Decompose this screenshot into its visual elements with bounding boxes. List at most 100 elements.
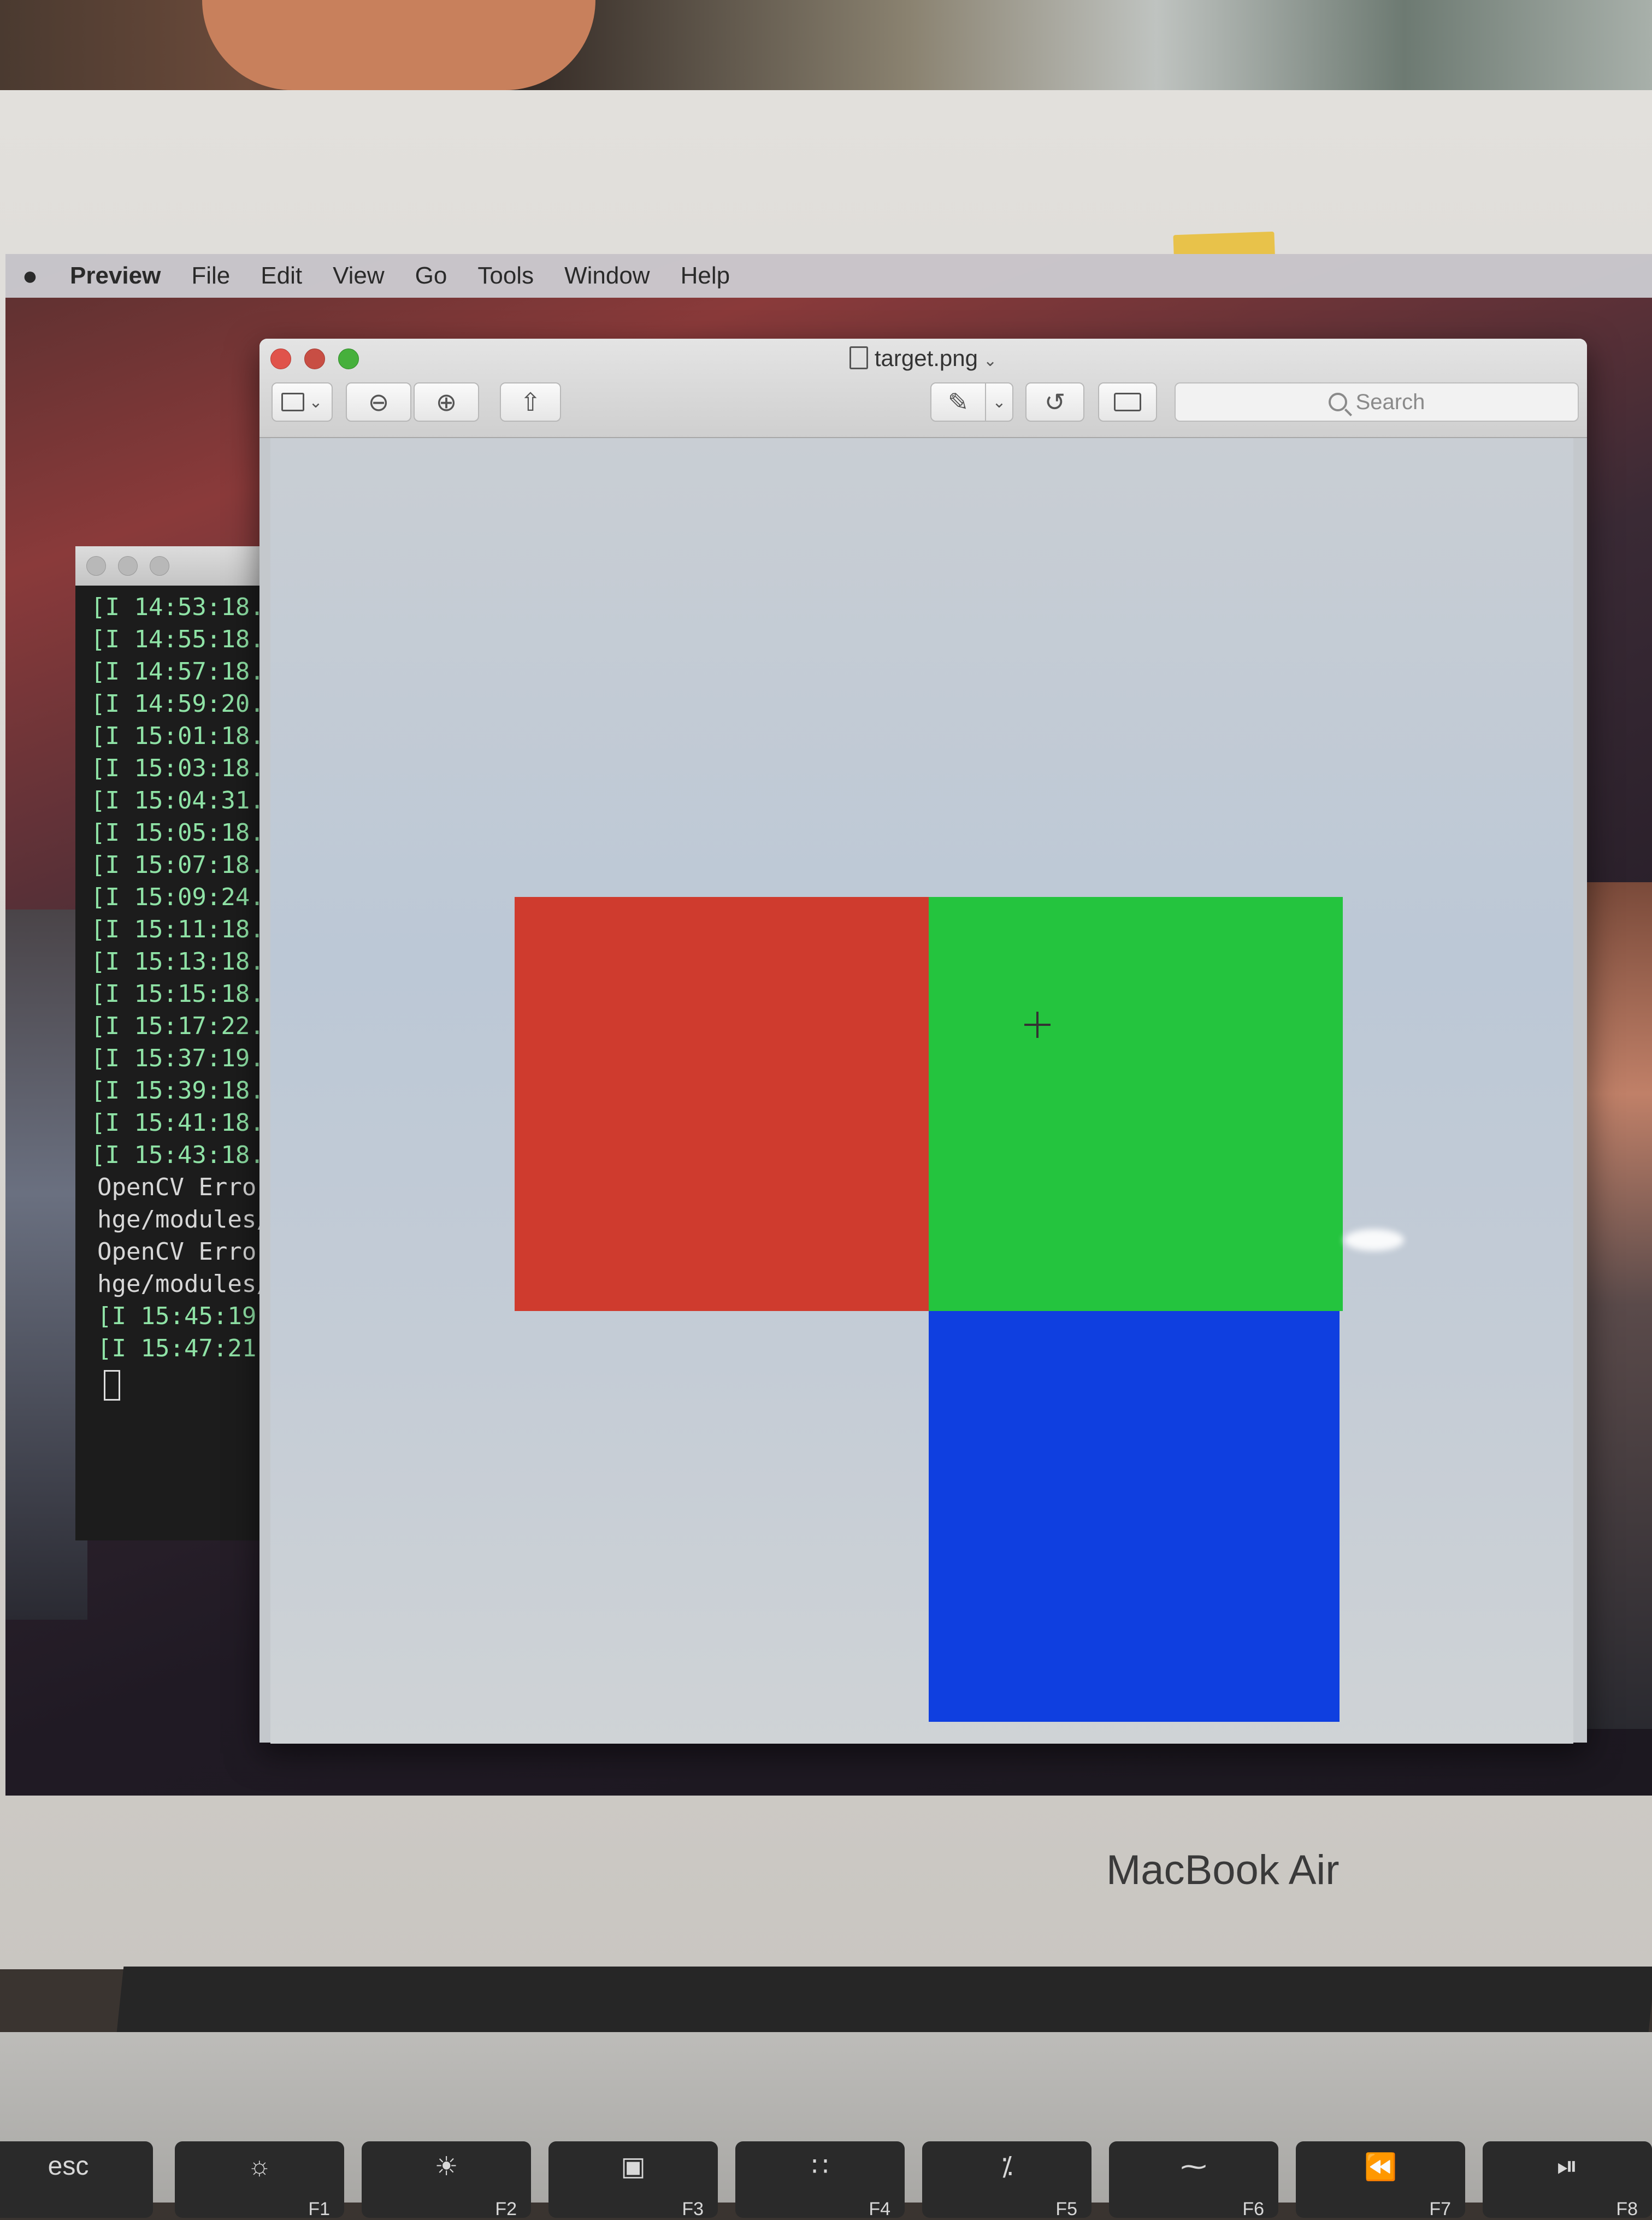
terminal-line: [I 15:07:18.6 — [91, 851, 279, 879]
menu-tools[interactable]: Tools — [462, 262, 549, 290]
photo-background — [0, 0, 1652, 93]
chevron-down-icon: ⌄ — [309, 393, 323, 411]
terminal-line: [I 15:13:18.6 — [91, 948, 279, 976]
markup-menu-button[interactable]: ⌄ — [985, 382, 1013, 422]
laptop-brand-label: MacBook Air — [1106, 1847, 1340, 1893]
terminal-error-line: OpenCV Error: — [97, 1238, 283, 1266]
menu-help[interactable]: Help — [665, 262, 746, 290]
terminal-line: [I 14:59:20.3 — [91, 690, 279, 718]
keyboard-light-down-icon: ⁒ — [1001, 2152, 1013, 2181]
key-f1-label: F1 — [308, 2199, 330, 2219]
terminal-cursor — [104, 1370, 120, 1401]
chevron-down-icon: ⌄ — [992, 393, 1006, 411]
terminal-line: [I 15:43:18.7 — [91, 1141, 279, 1169]
zoom-in-button[interactable]: ⊕ — [414, 382, 479, 422]
image-red-quadrant — [515, 897, 929, 1311]
launchpad-icon: ∷ — [811, 2152, 829, 2181]
share-icon: ⇧ — [520, 388, 541, 416]
screen-glare — [1344, 1229, 1404, 1251]
menu-bar: ● Preview File Edit View Go Tools Window… — [5, 254, 1652, 298]
play-pause-icon: ⏯ — [1556, 2152, 1578, 2181]
key-f5[interactable]: ⁒ F5 — [922, 2141, 1092, 2219]
terminal-line: [I 15:03:18.6 — [91, 754, 279, 782]
terminal-error-line: OpenCV Error: — [97, 1173, 283, 1201]
terminal-line: [I 15:01:18.6 — [91, 722, 279, 750]
window-title[interactable]: target.png ⌄ — [259, 345, 1587, 371]
terminal-line: [I 15:37:19.9 — [91, 1044, 279, 1072]
search-icon — [1328, 393, 1347, 411]
markup-button[interactable]: ✎ — [930, 382, 986, 422]
menu-file[interactable]: File — [176, 262, 245, 290]
zoom-out-button[interactable]: ⊖ — [346, 382, 411, 422]
key-esc-label: esc — [48, 2152, 89, 2181]
terminal-titlebar[interactable] — [75, 546, 283, 586]
menu-app-preview[interactable]: Preview — [55, 262, 176, 290]
terminal-zoom-button[interactable] — [150, 556, 169, 576]
apple-menu-icon[interactable]: ● — [5, 261, 55, 291]
key-f7[interactable]: ⏪ F7 — [1296, 2141, 1465, 2219]
sidebar-toggle-button[interactable]: ⌄ — [272, 382, 333, 422]
terminal-line: [I 15:17:22.3 — [91, 1012, 279, 1040]
terminal-line: [I 15:39:18.7 — [91, 1077, 279, 1105]
terminal-output: [I 14:53:18.6 [I 14:55:18.6 [I 14:57:18.… — [75, 586, 283, 1403]
image-blue-quadrant — [929, 1311, 1340, 1722]
key-f6-label: F6 — [1242, 2199, 1264, 2219]
key-f5-label: F5 — [1055, 2199, 1077, 2219]
terminal-line: [I 15:11:18.6 — [91, 916, 279, 943]
menu-window[interactable]: Window — [549, 262, 665, 290]
sidebar-icon — [281, 393, 305, 411]
key-f2-label: F2 — [495, 2199, 517, 2219]
terminal-line: [I 15:09:24.0 — [91, 883, 279, 911]
terminal-line: [I 15:45:19.3 — [97, 1302, 283, 1330]
terminal-close-button[interactable] — [86, 556, 106, 576]
terminal-error-line: hge/modules/i — [97, 1206, 283, 1233]
menu-view[interactable]: View — [317, 262, 400, 290]
preview-window[interactable]: target.png ⌄ ⌄ ⊖ ⊕ ⇧ ✎ ⌄ ↺ Search — [259, 339, 1587, 1744]
search-placeholder: Search — [1355, 389, 1425, 414]
zoom-in-icon: ⊕ — [435, 388, 457, 416]
document-icon — [849, 346, 868, 369]
terminal-line: [I 15:05:18.6 — [91, 819, 279, 847]
key-f1[interactable]: ☼ F1 — [175, 2141, 344, 2219]
rotate-button[interactable]: ↺ — [1025, 382, 1084, 422]
key-f4-label: F4 — [869, 2199, 890, 2219]
key-esc[interactable]: esc — [0, 2141, 153, 2218]
menu-edit[interactable]: Edit — [245, 262, 317, 290]
keyboard-light-up-icon: ⁓ — [1181, 2152, 1207, 2181]
key-f2[interactable]: ☀ F2 — [362, 2141, 531, 2219]
zoom-out-icon: ⊖ — [368, 388, 390, 416]
image-green-quadrant — [929, 897, 1343, 1311]
rotate-icon: ↺ — [1044, 388, 1066, 416]
terminal-line: [I 14:53:18.6 — [91, 593, 279, 621]
person-face — [202, 0, 595, 90]
menu-go[interactable]: Go — [400, 262, 463, 290]
brightness-up-icon: ☀ — [434, 2152, 458, 2181]
brightness-down-icon: ☼ — [247, 2152, 272, 2181]
terminal-error-line: hge/modules/i — [97, 1270, 283, 1298]
key-f4[interactable]: ∷ F4 — [735, 2141, 905, 2219]
toolbox-icon — [1114, 393, 1141, 411]
desktop-screen: ● Preview File Edit View Go Tools Window… — [5, 254, 1652, 1796]
key-f3-label: F3 — [682, 2199, 704, 2219]
image-canvas[interactable] — [270, 438, 1573, 1744]
terminal-line: [I 14:57:18.6 — [91, 658, 279, 686]
terminal-line: [I 15:41:18.7 — [91, 1109, 279, 1137]
terminal-line: [I 15:15:18.6 — [91, 980, 279, 1008]
preview-titlebar[interactable]: target.png ⌄ ⌄ ⊖ ⊕ ⇧ ✎ ⌄ ↺ Search — [259, 339, 1587, 438]
key-f7-label: F7 — [1429, 2199, 1451, 2219]
key-f3[interactable]: ▣ F3 — [548, 2141, 718, 2219]
terminal-line: [I 15:47:21.9 — [97, 1335, 283, 1362]
key-f8[interactable]: ⏯ F8 — [1483, 2141, 1652, 2219]
key-f6[interactable]: ⁓ F6 — [1109, 2141, 1278, 2219]
terminal-line: [I 14:55:18.6 — [91, 625, 279, 653]
terminal-minimize-button[interactable] — [118, 556, 138, 576]
terminal-window[interactable]: [I 14:53:18.6 [I 14:55:18.6 [I 14:57:18.… — [75, 546, 283, 1540]
search-input[interactable]: Search — [1175, 382, 1579, 422]
terminal-line: [I 15:04:31.4 — [91, 787, 279, 814]
mission-control-icon: ▣ — [621, 2152, 646, 2181]
rewind-icon: ⏪ — [1364, 2153, 1397, 2182]
chevron-down-icon: ⌄ — [983, 352, 998, 370]
share-button[interactable]: ⇧ — [500, 382, 561, 422]
key-f8-label: F8 — [1616, 2199, 1638, 2219]
toolbox-button[interactable] — [1098, 382, 1157, 422]
